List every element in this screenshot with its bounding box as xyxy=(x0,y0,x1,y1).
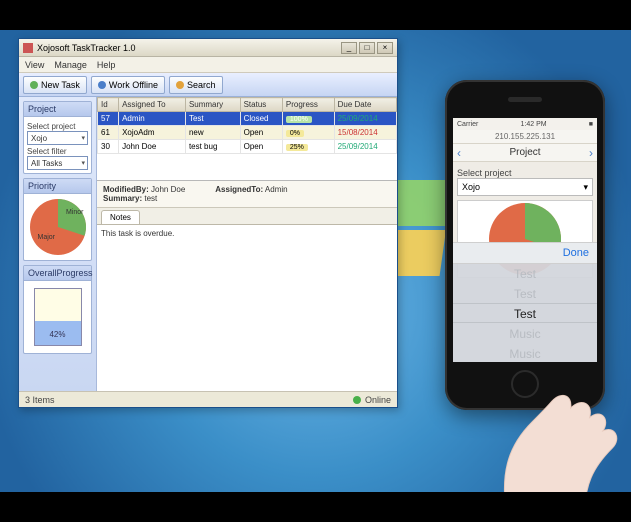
select-filter-label: Select filter xyxy=(27,147,88,156)
menu-bar: View Manage Help xyxy=(19,57,397,73)
toolbar: New Task Work Offline Search xyxy=(19,73,397,97)
menu-help[interactable]: Help xyxy=(97,60,116,70)
window-title: Xojosoft TaskTracker 1.0 xyxy=(37,43,136,53)
new-task-label: New Task xyxy=(41,80,80,90)
project-combo[interactable]: Xojo xyxy=(27,131,88,145)
modifiedby-value: John Doe xyxy=(151,185,185,194)
search-label: Search xyxy=(187,80,216,90)
search-icon xyxy=(176,81,184,89)
work-offline-button[interactable]: Work Offline xyxy=(91,76,165,94)
summary-value: test xyxy=(144,194,157,203)
phone-status-bar: Carrier 1:42 PM ■ xyxy=(453,118,597,130)
assignedto-label: AssignedTo: xyxy=(215,185,263,194)
picker-toolbar: Done xyxy=(453,242,597,264)
phone-project-select[interactable]: Xojo xyxy=(457,178,593,196)
app-window: Xojosoft TaskTracker 1.0 _ □ × View Mana… xyxy=(18,38,398,408)
maximize-button[interactable]: □ xyxy=(359,42,375,54)
search-button[interactable]: Search xyxy=(169,76,223,94)
filter-combo-value: All Tasks xyxy=(31,159,62,168)
picker-option[interactable]: Test xyxy=(453,284,597,304)
legend-major: Major xyxy=(38,234,56,241)
main-area: IdAssigned ToSummaryStatusProgressDue Da… xyxy=(97,97,397,391)
menu-view[interactable]: View xyxy=(25,60,44,70)
phone-device: Carrier 1:42 PM ■ 210.155.225.131 ‹ Proj… xyxy=(445,80,605,410)
assignedto-value: Admin xyxy=(265,185,288,194)
phone-nav-bar: ‹ Project › xyxy=(453,144,597,162)
tab-strip: Notes xyxy=(97,208,397,224)
phone-battery-icon: ■ xyxy=(589,121,593,128)
phone-url-bar: 210.155.225.131 xyxy=(453,130,597,144)
phone-home-button[interactable] xyxy=(511,370,539,398)
phone-carrier: Carrier xyxy=(457,121,478,128)
progress-bar-chart: 42% xyxy=(34,288,82,346)
grid-col[interactable]: Status xyxy=(240,98,282,112)
phone-time: 1:42 PM xyxy=(521,121,547,128)
phone-back-button[interactable]: ‹ xyxy=(457,146,461,160)
phone-page-title: Project xyxy=(509,147,540,158)
task-grid[interactable]: IdAssigned ToSummaryStatusProgressDue Da… xyxy=(97,97,397,181)
phone-screen: Carrier 1:42 PM ■ 210.155.225.131 ‹ Proj… xyxy=(453,118,597,362)
phone-forward-button[interactable]: › xyxy=(589,146,593,160)
desktop: Xojosoft TaskTracker 1.0 _ □ × View Mana… xyxy=(0,30,631,492)
filter-combo[interactable]: All Tasks xyxy=(27,156,88,170)
title-bar[interactable]: Xojosoft TaskTracker 1.0 _ □ × xyxy=(19,39,397,57)
minimize-button[interactable]: _ xyxy=(341,42,357,54)
status-online: Online xyxy=(365,395,391,405)
phone-speaker xyxy=(508,97,542,102)
priority-panel-title: Priority xyxy=(24,179,91,194)
select-project-label: Select project xyxy=(27,122,88,131)
grid-col[interactable]: Due Date xyxy=(334,98,396,112)
details-pane: ModifiedBy: John Doe Summary: test Assig… xyxy=(97,181,397,208)
picker-option[interactable]: Music xyxy=(453,324,597,344)
plus-icon xyxy=(30,81,38,89)
picker-wheel[interactable]: TestTestTestMusicMusic xyxy=(453,264,597,362)
project-panel-title: Project xyxy=(24,102,91,117)
progress-panel-title: OverallProgress xyxy=(24,266,91,281)
phone-url: 210.155.225.131 xyxy=(495,132,555,141)
picker-option[interactable]: Music xyxy=(453,344,597,362)
notes-area[interactable]: This task is overdue. xyxy=(97,224,397,391)
table-row[interactable]: 57AdminTestClosed100%25/09/2014 xyxy=(98,112,397,126)
online-icon xyxy=(353,396,361,404)
phone-select-label: Select project xyxy=(457,168,593,178)
summary-label: Summary: xyxy=(103,194,142,203)
priority-pie-chart: Minor Major xyxy=(30,199,86,255)
phone-picker[interactable]: Done TestTestTestMusicMusic xyxy=(453,242,597,362)
picker-done-button[interactable]: Done xyxy=(563,247,589,259)
priority-panel: Priority Minor Major xyxy=(23,178,92,261)
sidebar: Project Select project Xojo Select filte… xyxy=(19,97,97,391)
offline-icon xyxy=(98,81,106,89)
tab-notes[interactable]: Notes xyxy=(101,210,140,224)
project-combo-value: Xojo xyxy=(31,134,47,143)
grid-col[interactable]: Summary xyxy=(185,98,240,112)
table-row[interactable]: 61XojoAdmnewOpen0%15/08/2014 xyxy=(98,126,397,140)
app-icon xyxy=(23,43,33,53)
progress-percent: 42% xyxy=(35,330,81,339)
status-bar: 3 Items Online xyxy=(19,391,397,407)
status-items: 3 Items xyxy=(25,395,55,405)
progress-panel: OverallProgress 42% xyxy=(23,265,92,354)
new-task-button[interactable]: New Task xyxy=(23,76,87,94)
grid-col[interactable]: Assigned To xyxy=(119,98,186,112)
phone-project-value: Xojo xyxy=(462,182,480,192)
legend-minor: Minor xyxy=(66,209,84,216)
picker-option[interactable]: Test xyxy=(453,264,597,284)
menu-manage[interactable]: Manage xyxy=(54,60,87,70)
work-offline-label: Work Offline xyxy=(109,80,158,90)
close-button[interactable]: × xyxy=(377,42,393,54)
project-panel: Project Select project Xojo Select filte… xyxy=(23,101,92,174)
modifiedby-label: ModifiedBy: xyxy=(103,185,149,194)
grid-col[interactable]: Id xyxy=(98,98,119,112)
grid-col[interactable]: Progress xyxy=(282,98,334,112)
table-row[interactable]: 30John Doetest bugOpen25%25/09/2014 xyxy=(98,140,397,154)
